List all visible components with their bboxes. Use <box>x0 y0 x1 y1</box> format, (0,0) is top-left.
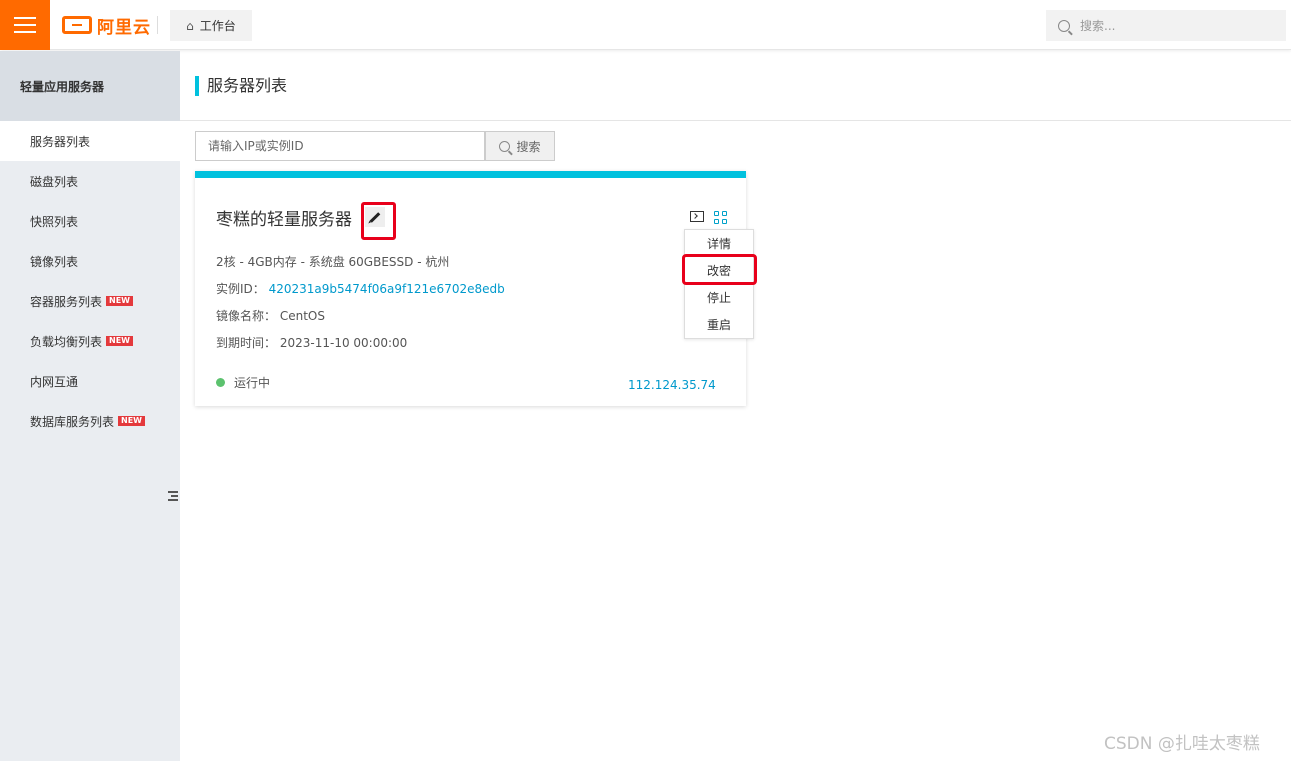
instance-id-row: 实例ID： 420231a9b5474f06a9f121e6702e8edb <box>216 280 505 297</box>
sidebar-item-label: 负载均衡列表 <box>30 334 103 349</box>
status-indicator: 运行中 <box>216 374 270 391</box>
sidebar-item-snapshot-list[interactable]: 快照列表 <box>0 201 180 241</box>
aliyun-logo[interactable]: 阿里云 <box>62 13 151 38</box>
logo-text: 阿里云 <box>97 17 151 38</box>
sidebar-item-label: 快照列表 <box>30 214 79 229</box>
instance-id-label: 实例ID： <box>216 282 265 296</box>
image-name-label: 镜像名称： <box>216 309 277 323</box>
status-dot-icon <box>216 378 225 387</box>
server-card: 枣糕的轻量服务器 2核 - 4GB内存 - 系统盘 60GBESSD - 杭州 … <box>195 171 757 406</box>
page-title: 服务器列表 <box>207 76 288 95</box>
sidebar: 轻量应用服务器 服务器列表 磁盘列表 快照列表 镜像列表 容器服务列表 NEW … <box>0 51 180 761</box>
server-name: 枣糕的轻量服务器 <box>216 210 352 230</box>
sidebar-item-label: 镜像列表 <box>30 254 79 269</box>
sidebar-item-label: 数据库服务列表 <box>30 414 115 429</box>
collapse-icon <box>168 491 178 501</box>
sidebar-item-load-balancer-list[interactable]: 负载均衡列表 NEW <box>0 321 180 361</box>
sidebar-item-label: 内网互通 <box>30 374 79 389</box>
image-name-value: CentOS <box>279 309 325 323</box>
status-text: 运行中 <box>234 376 271 390</box>
sidebar-item-label: 服务器列表 <box>30 134 91 149</box>
sidebar-title: 轻量应用服务器 <box>0 51 180 121</box>
top-bar: 阿里云 ⌂ 工作台 搜索... <box>0 0 1291 50</box>
new-badge: NEW <box>118 416 145 426</box>
terminal-icon[interactable] <box>690 211 704 222</box>
instance-id-link[interactable]: 420231a9b5474f06a9f121e6702e8edb <box>269 282 505 296</box>
workbench-label: 工作台 <box>199 19 236 33</box>
sidebar-item-label: 容器服务列表 <box>30 294 103 309</box>
main-content: 服务器列表 搜索 枣糕的轻量服务器 2核 - 4GB内存 - 系统盘 60GBE… <box>180 51 1291 761</box>
sidebar-item-container-list[interactable]: 容器服务列表 NEW <box>0 281 180 321</box>
expire-time-value: 2023-11-10 00:00:00 <box>279 336 408 350</box>
workbench-button[interactable]: ⌂ 工作台 <box>170 10 252 41</box>
menu-item-restart[interactable]: 重启 <box>685 311 753 338</box>
sidebar-item-image-list[interactable]: 镜像列表 <box>0 241 180 281</box>
ip-instance-search-input[interactable] <box>195 131 485 161</box>
grid-menu-icon[interactable] <box>714 211 728 225</box>
sidebar-collapse-toggle[interactable] <box>166 472 180 520</box>
sidebar-item-intranet[interactable]: 内网互通 <box>0 361 180 401</box>
pencil-icon <box>369 211 381 223</box>
search-button-label: 搜索 <box>516 139 541 154</box>
server-action-menu: 详情 改密 停止 重启 <box>684 229 754 339</box>
menu-item-details[interactable]: 详情 <box>685 230 753 257</box>
search-icon <box>1058 19 1070 32</box>
global-search-input[interactable]: 搜索... <box>1046 10 1286 41</box>
title-accent-bar <box>195 76 199 96</box>
menu-item-stop[interactable]: 停止 <box>685 284 753 311</box>
csdn-watermark: CSDN @扎哇太枣糕 <box>1104 734 1260 754</box>
search-icon <box>499 140 511 152</box>
global-search-placeholder: 搜索... <box>1080 19 1116 33</box>
new-badge: NEW <box>106 296 133 306</box>
sidebar-item-label: 磁盘列表 <box>30 174 79 189</box>
hamburger-menu-icon[interactable] <box>0 0 50 50</box>
public-ip-link[interactable]: 112.124.35.74 <box>628 378 716 392</box>
expire-time-row: 到期时间： 2023-11-10 00:00:00 <box>216 334 407 351</box>
new-badge: NEW <box>106 336 133 346</box>
sidebar-item-disk-list[interactable]: 磁盘列表 <box>0 161 180 201</box>
menu-item-change-password[interactable]: 改密 <box>685 257 753 284</box>
server-spec: 2核 - 4GB内存 - 系统盘 60GBESSD - 杭州 <box>216 255 450 269</box>
search-button[interactable]: 搜索 <box>485 131 555 161</box>
divider <box>157 16 158 34</box>
expire-time-label: 到期时间： <box>216 336 277 350</box>
home-icon: ⌂ <box>186 18 194 33</box>
sidebar-item-database-list[interactable]: 数据库服务列表 NEW <box>0 401 180 441</box>
image-name-row: 镜像名称： CentOS <box>216 307 325 324</box>
sidebar-item-server-list[interactable]: 服务器列表 <box>0 121 180 161</box>
edit-name-button[interactable] <box>365 207 385 227</box>
page-header: 服务器列表 <box>180 51 1291 121</box>
aliyun-logo-icon <box>62 16 92 34</box>
